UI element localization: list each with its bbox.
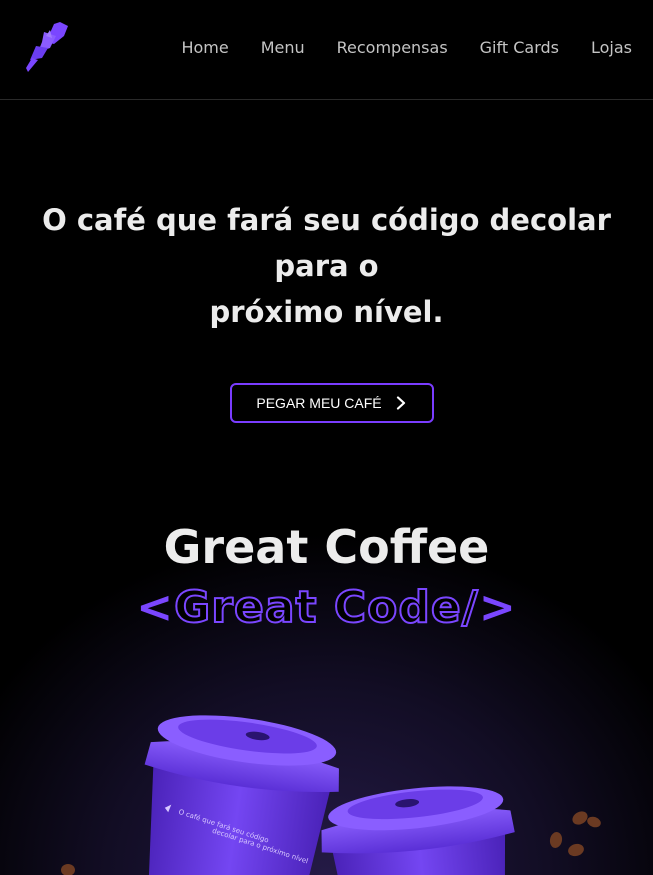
hero-headline: O café que fará seu código decolar para … (0, 197, 653, 335)
close-bracket: > (478, 582, 517, 633)
hero-headline-line1: O café que fará seu código decolar para … (42, 203, 611, 283)
nav-home-link[interactable]: Home (181, 38, 228, 57)
nav-recompensas-link[interactable]: Recompensas (337, 38, 448, 57)
nav-gift-cards-link[interactable]: Gift Cards (480, 38, 559, 57)
coffee-cups-image: O café que fará seu código decolar para … (61, 715, 601, 875)
great-coffee-title: Great Coffee (163, 520, 490, 574)
coffee-cup-right (321, 786, 515, 875)
great-code-text: Great Code/ (173, 581, 479, 634)
get-coffee-label: PEGAR MEU CAFÉ (256, 395, 382, 411)
chevron-right-icon (396, 396, 405, 410)
coffee-cup-left: O café que fará seu código decolar para … (144, 715, 339, 875)
nav-lojas-link[interactable]: Lojas (591, 38, 632, 57)
site-header: Home Menu Recompensas Gift Cards Lojas (0, 0, 653, 100)
rocket-logo-icon[interactable] (24, 22, 68, 72)
main-nav: Home Menu Recompensas Gift Cards Lojas (181, 38, 632, 57)
open-bracket: < (136, 582, 175, 633)
great-code-title: <Great Code/> (0, 581, 653, 642)
get-coffee-button[interactable]: PEGAR MEU CAFÉ (230, 383, 434, 423)
nav-menu-link[interactable]: Menu (261, 38, 305, 57)
hero-headline-line2: próximo nível. (209, 295, 444, 329)
